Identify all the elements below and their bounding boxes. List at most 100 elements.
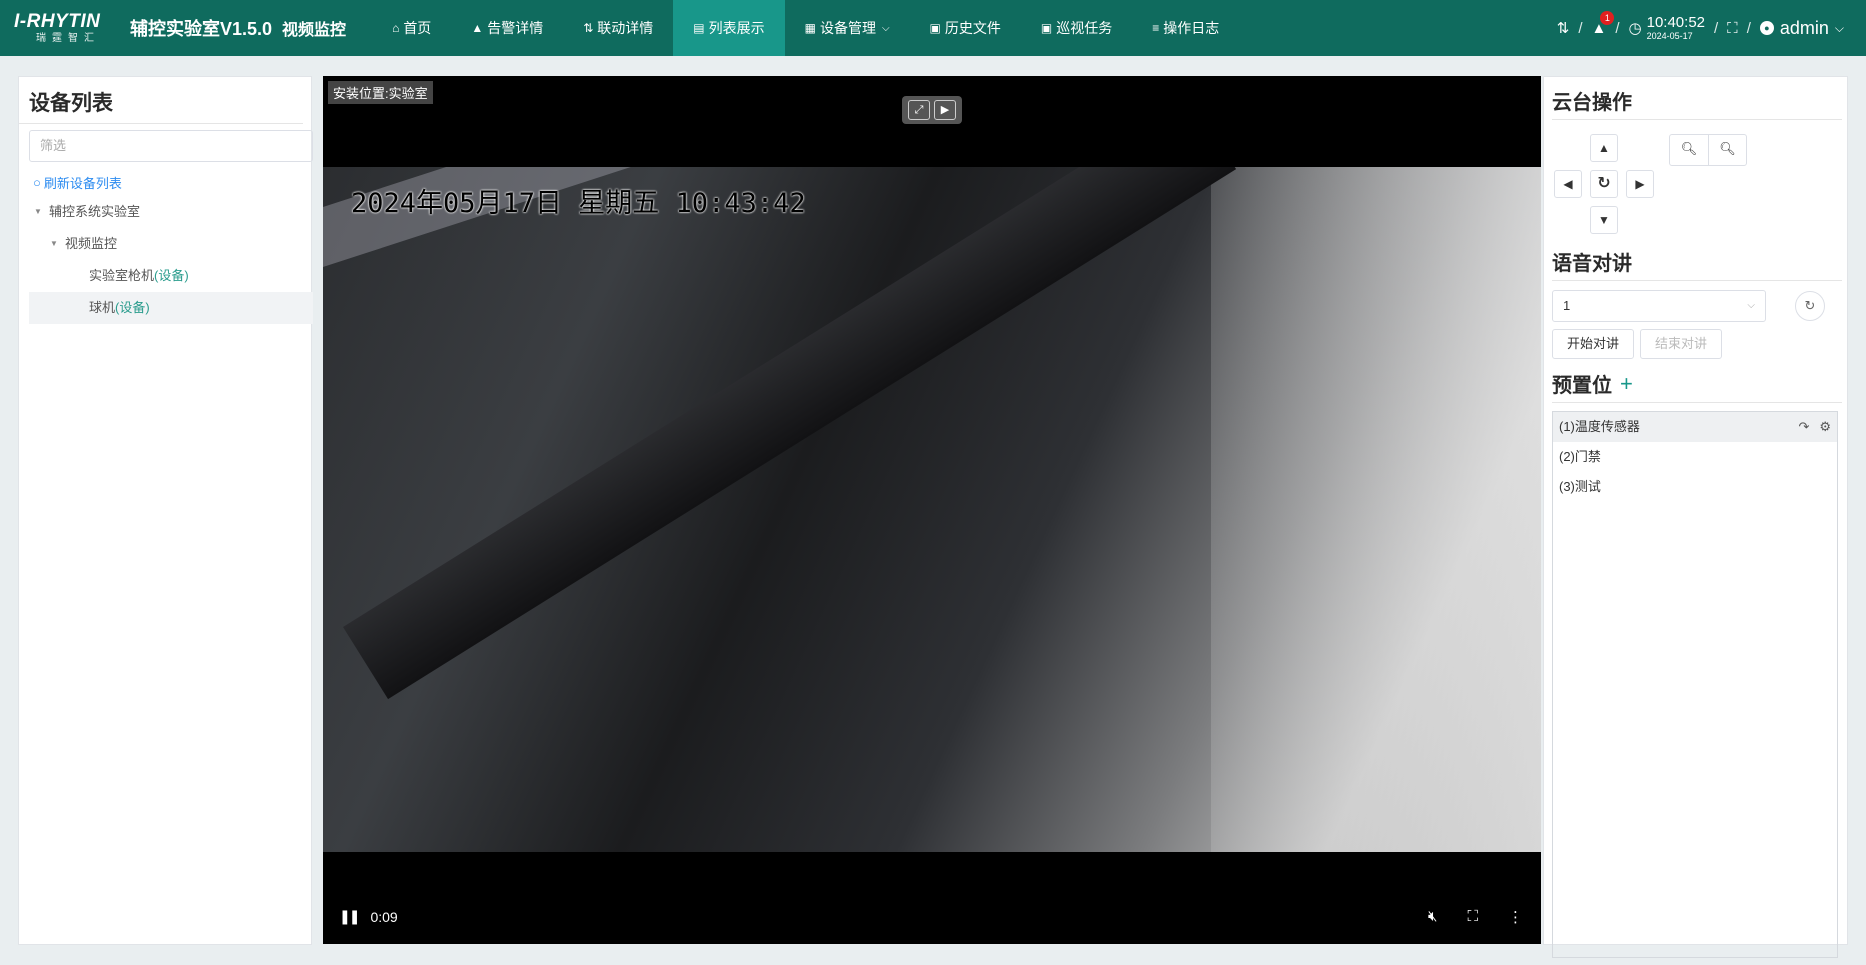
switch-icon[interactable]: ⇅	[1557, 19, 1570, 37]
device-tag: (设备)	[115, 300, 150, 315]
tree-node-device[interactable]: 实验室枪机 (设备)	[29, 260, 313, 292]
tree-node-group[interactable]: ▼ 视频监控	[29, 228, 313, 260]
clock-date: 2024-05-17	[1646, 31, 1693, 41]
nav-patrol-tasks[interactable]: ▣ 巡视任务	[1021, 0, 1132, 56]
clock-icon: ◷	[1628, 20, 1642, 37]
tree-node-label: 球机	[89, 300, 116, 315]
ptz-up-button[interactable]: ▲	[1590, 134, 1618, 162]
clock-time: 10:40:52	[1646, 14, 1705, 31]
control-panel: 云台操作 ▲ ◀ ↻ ▶ ▼ 🔍︎ 🔍︎ 语音对讲 1 ⌵ ↻ 开始对讲 结束对…	[1543, 76, 1848, 958]
zoom-controls: 🔍︎ 🔍︎	[1669, 134, 1747, 166]
ptz-title: 云台操作	[1552, 86, 1842, 120]
chevron-down-icon: ⌵	[1834, 20, 1844, 35]
preset-item[interactable]: (2)门禁	[1553, 442, 1837, 472]
preset-item[interactable]: (3)测试	[1553, 472, 1837, 502]
user-menu[interactable]: ● admin ⌵	[1759, 18, 1844, 39]
select-value: 1	[1563, 298, 1571, 313]
end-talk-button[interactable]: 结束对讲	[1640, 329, 1723, 359]
preset-title: 预置位 +	[1552, 369, 1842, 403]
clock: ◷ 10:40:52 2024-05-17	[1629, 15, 1705, 41]
nav-linkage[interactable]: ⇅ 联动详情	[563, 0, 673, 56]
nav-alarms[interactable]: ▲ 告警详情	[451, 0, 563, 56]
refresh-label: 刷新设备列表	[43, 176, 122, 191]
voice-channel-select[interactable]: 1 ⌵	[1552, 290, 1766, 322]
top-navbar: I-RHYTIN 瑞霆智汇 辅控实验室V1.5.0 视频监控 ⌂ 首页 ▲ 告警详情…	[0, 0, 1866, 56]
tree-node-root[interactable]: ▼ 辅控系统实验室	[29, 196, 313, 228]
nav-device-management[interactable]: ▦ 设备管理 ⌵	[785, 0, 910, 56]
video-controls: ❚❚ 0:09 🔇︎ ⛶ ⋮	[323, 889, 1541, 944]
logo-text: I-RHYTIN	[14, 11, 101, 32]
goto-preset-icon[interactable]: ↷	[1798, 412, 1809, 442]
preset-label: (2)门禁	[1559, 449, 1601, 464]
nav-home[interactable]: ⌂ 首页	[372, 0, 451, 56]
nav-list-view[interactable]: ▤ 列表展示	[673, 0, 785, 56]
device-tag: (设备)	[154, 268, 189, 283]
pause-button[interactable]: ❚❚	[339, 908, 361, 925]
video-timestamp-overlay: 2024年05月17日 星期五 10:43:42	[351, 188, 806, 219]
home-icon: ⌂	[392, 21, 400, 35]
main-nav: ⌂ 首页 ▲ 告警详情 ⇅ 联动详情 ▤ 列表展示 ▦ 设备管理 ⌵ ▣ 历史文件 ▣ 巡视任务…	[372, 0, 1239, 56]
record-icon[interactable]: ▶	[934, 100, 956, 120]
video-player[interactable]: 安装位置:实验室 ⤢ ▶ 2024年05月17日 星期五 10:43:42 ❚❚…	[323, 76, 1541, 944]
start-talk-button[interactable]: 开始对讲	[1552, 329, 1635, 359]
gear-icon[interactable]: ⚙	[1819, 412, 1831, 442]
file-icon: ▣	[929, 21, 941, 35]
nav-label: 操作日志	[1163, 20, 1220, 36]
warning-icon: ▲	[471, 21, 484, 35]
voice-talk-title: 语音对讲	[1552, 247, 1842, 281]
fullscreen-icon[interactable]: ⛶	[1727, 20, 1738, 37]
separator: /	[1578, 19, 1583, 37]
video-shape	[1211, 167, 1541, 852]
tree-node-label: 辅控系统实验室	[49, 204, 141, 219]
preset-title-label: 预置位	[1552, 375, 1612, 397]
app-title: 辅控实验室V1.5.0	[130, 19, 273, 39]
mute-icon[interactable]: 🔇︎	[1428, 908, 1437, 926]
refresh-icon: ○	[33, 175, 41, 190]
ptz-controls: ▲ ◀ ↻ ▶ ▼ 🔍︎ 🔍︎	[1544, 120, 1847, 245]
alert-button[interactable]: ▲ 1	[1591, 10, 1615, 37]
nav-history-files[interactable]: ▣ 历史文件	[910, 0, 1021, 56]
nav-label: 首页	[403, 20, 432, 36]
zoom-in-button[interactable]: 🔍︎	[1708, 135, 1746, 165]
ptz-down-button[interactable]: ▼	[1590, 206, 1618, 234]
ptz-reset-button[interactable]: ↻	[1590, 170, 1618, 198]
caret-down-icon: ▼	[34, 207, 42, 216]
preset-item[interactable]: (1)温度传感器 ↷ ⚙	[1553, 412, 1837, 442]
device-list-panel: 设备列表 筛选 ○ 刷新设备列表 ▼ 辅控系统实验室 ▼ 视频监控 实验室枪机(…	[18, 76, 313, 945]
separator: /	[1714, 19, 1719, 37]
ptz-left-button[interactable]: ◀	[1554, 170, 1582, 198]
header-status: ⇅ / ▲ 1 / ◷ 10:40:52 2024-05-17 / ⛶ / ● a…	[1557, 0, 1844, 56]
app-subtitle: 视频监控	[282, 22, 347, 39]
filter-input[interactable]: 筛选	[29, 130, 313, 162]
task-icon: ▣	[1040, 21, 1053, 35]
log-icon: ≡	[1152, 21, 1160, 35]
device-list-title: 设备列表	[19, 77, 303, 124]
nav-operation-log[interactable]: ≡ 操作日志	[1132, 0, 1239, 56]
brand-logo: I-RHYTIN 瑞霆智汇	[0, 12, 118, 44]
caret-down-icon: ▼	[50, 239, 58, 248]
video-toolbar: ⤢ ▶	[902, 96, 962, 124]
fullscreen-icon[interactable]: ⛶	[1467, 908, 1478, 926]
snapshot-icon[interactable]: ⤢	[908, 100, 930, 120]
video-shape	[343, 167, 1237, 700]
chevron-down-icon: ⌵	[1747, 300, 1755, 311]
zoom-out-button[interactable]: 🔍︎	[1670, 135, 1708, 165]
tree-node-device-selected[interactable]: 球机 (设备)	[29, 292, 313, 324]
voice-row: 1 ⌵ ↻	[1552, 290, 1847, 322]
add-preset-icon[interactable]: +	[1620, 371, 1633, 397]
logo-subtext: 瑞霆智汇	[36, 33, 100, 44]
chevron-down-icon: ⌵	[881, 22, 890, 34]
user-icon: ●	[1759, 21, 1774, 35]
refresh-device-list-link[interactable]: ○ 刷新设备列表	[33, 173, 311, 192]
refresh-button[interactable]: ↻	[1795, 291, 1825, 321]
preset-label: (3)测试	[1559, 479, 1601, 494]
nav-label: 设备管理	[819, 20, 876, 36]
ptz-right-button[interactable]: ▶	[1626, 170, 1654, 198]
nav-label: 联动详情	[597, 20, 654, 36]
more-options-icon[interactable]: ⋮	[1508, 908, 1523, 926]
separator: /	[1746, 19, 1751, 37]
elapsed-time: 0:09	[370, 908, 398, 925]
camera-frame: 2024年05月17日 星期五 10:43:42	[323, 167, 1541, 852]
talk-buttons: 开始对讲 结束对讲	[1552, 329, 1847, 359]
alert-count-badge: 1	[1600, 10, 1615, 25]
